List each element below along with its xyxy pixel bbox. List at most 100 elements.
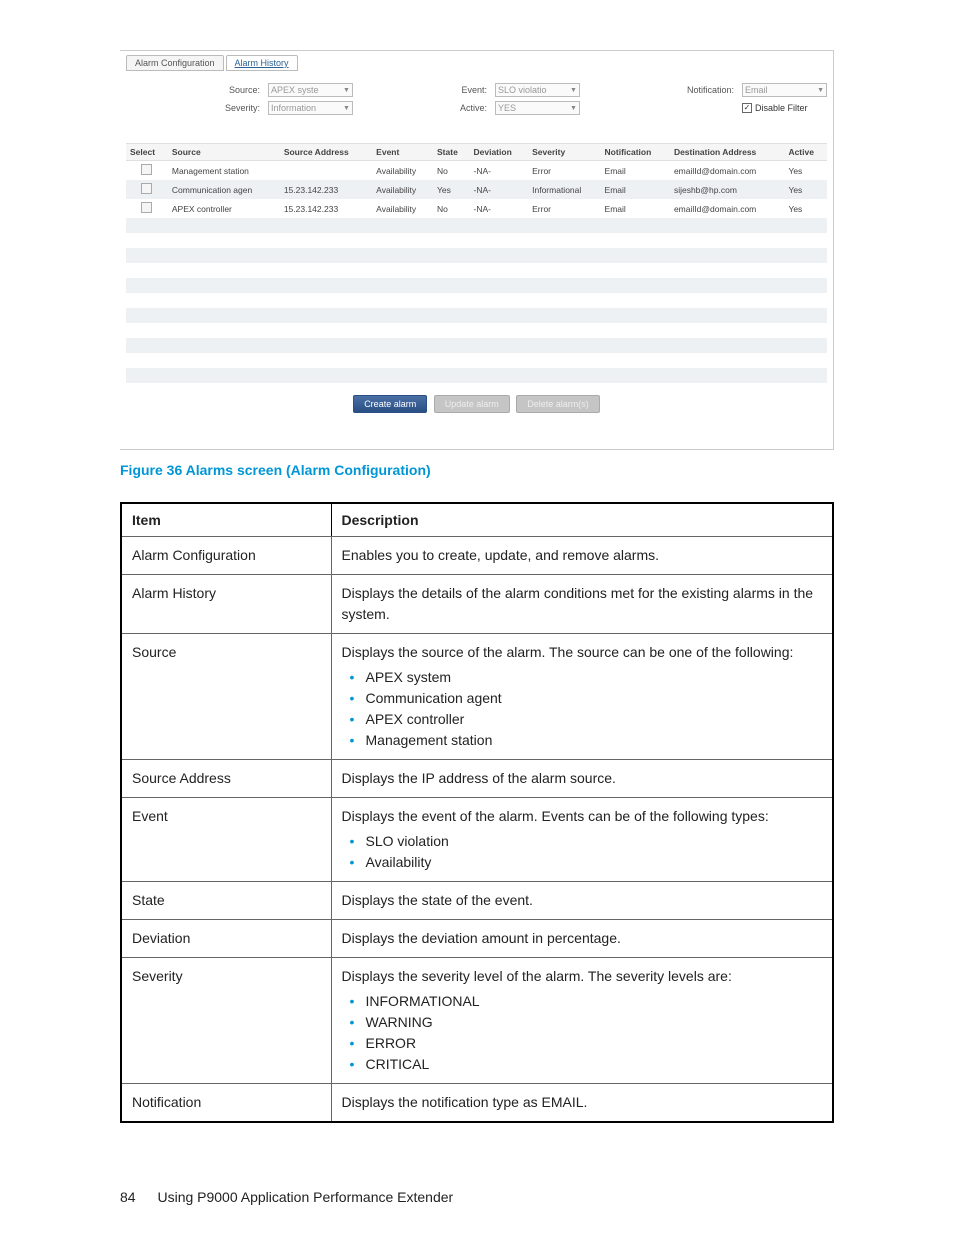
list-item: ERROR xyxy=(366,1033,823,1054)
disable-filter[interactable]: ✓ Disable Filter xyxy=(742,103,827,113)
col-event: Event xyxy=(372,144,433,161)
bullet-list: APEX systemCommunication agentAPEX contr… xyxy=(342,667,823,751)
label-notification: Notification: xyxy=(588,85,734,95)
table-row[interactable] xyxy=(126,248,827,263)
select-notification[interactable]: Email▼ xyxy=(742,83,827,97)
item-cell: Alarm Configuration xyxy=(121,537,331,575)
table-row: DeviationDisplays the deviation amount i… xyxy=(121,920,833,958)
bullet-list: INFORMATIONALWARNINGERRORCRITICAL xyxy=(342,991,823,1075)
page-number: 84 xyxy=(120,1189,136,1205)
list-item: CRITICAL xyxy=(366,1054,823,1075)
list-item: APEX controller xyxy=(366,709,823,730)
item-cell: State xyxy=(121,882,331,920)
description-cell: Displays the IP address of the alarm sou… xyxy=(331,760,833,798)
description-table: Item Description Alarm ConfigurationEnab… xyxy=(120,502,834,1123)
label-active: Active: xyxy=(361,103,487,113)
table-row[interactable] xyxy=(126,233,827,248)
table-row[interactable] xyxy=(126,293,827,308)
col-active: Active xyxy=(784,144,827,161)
col-select: Select xyxy=(126,144,168,161)
create-alarm-button[interactable]: Create alarm xyxy=(353,395,427,413)
table-row: NotificationDisplays the notification ty… xyxy=(121,1084,833,1123)
figure-caption: Figure 36 Alarms screen (Alarm Configura… xyxy=(120,462,834,478)
select-source[interactable]: APEX syste▼ xyxy=(268,83,353,97)
table-row[interactable] xyxy=(126,338,827,353)
tab-alarm-history[interactable]: Alarm History xyxy=(226,55,298,71)
disable-filter-label: Disable Filter xyxy=(755,103,808,113)
description-cell: Displays the source of the alarm. The so… xyxy=(331,634,833,760)
table-row[interactable]: APEX controller15.23.142.233Availability… xyxy=(126,199,827,218)
table-row[interactable]: Management stationAvailabilityNo-NA-Erro… xyxy=(126,161,827,181)
table-row[interactable] xyxy=(126,323,827,338)
row-select-checkbox[interactable] xyxy=(141,164,152,175)
table-row[interactable] xyxy=(126,368,827,383)
item-cell: Deviation xyxy=(121,920,331,958)
button-row: Create alarm Update alarm Delete alarm(s… xyxy=(126,383,827,433)
table-row: EventDisplays the event of the alarm. Ev… xyxy=(121,798,833,882)
chevron-down-icon: ▼ xyxy=(570,87,577,94)
list-item: Management station xyxy=(366,730,823,751)
alarms-grid: Select Source Source Address Event State… xyxy=(126,143,827,383)
table-row: SourceDisplays the source of the alarm. … xyxy=(121,634,833,760)
grid-header-row: Select Source Source Address Event State… xyxy=(126,144,827,161)
col-destination: Destination Address xyxy=(670,144,785,161)
select-severity[interactable]: Information▼ xyxy=(268,101,353,115)
chevron-down-icon: ▼ xyxy=(343,105,350,112)
chevron-down-icon: ▼ xyxy=(570,105,577,112)
list-item: WARNING xyxy=(366,1012,823,1033)
select-event[interactable]: SLO violatio▼ xyxy=(495,83,580,97)
header-description: Description xyxy=(331,503,833,537)
item-cell: Event xyxy=(121,798,331,882)
table-row: Source AddressDisplays the IP address of… xyxy=(121,760,833,798)
description-cell: Displays the deviation amount in percent… xyxy=(331,920,833,958)
description-cell: Displays the severity level of the alarm… xyxy=(331,958,833,1084)
table-row[interactable] xyxy=(126,263,827,278)
table-row[interactable] xyxy=(126,218,827,233)
col-state: State xyxy=(433,144,469,161)
update-alarm-button[interactable]: Update alarm xyxy=(434,395,510,413)
chevron-down-icon: ▼ xyxy=(343,87,350,94)
filter-bar: Source: APEX syste▼ Event: SLO violatio▼… xyxy=(126,83,827,115)
description-cell: Displays the state of the event. xyxy=(331,882,833,920)
col-notification: Notification xyxy=(601,144,670,161)
table-row[interactable] xyxy=(126,353,827,368)
row-select-checkbox[interactable] xyxy=(141,183,152,194)
description-cell: Displays the notification type as EMAIL. xyxy=(331,1084,833,1123)
tabs-row: Alarm Configuration Alarm History xyxy=(126,55,827,71)
description-cell: Enables you to create, update, and remov… xyxy=(331,537,833,575)
description-cell: Displays the event of the alarm. Events … xyxy=(331,798,833,882)
bullet-list: SLO violationAvailability xyxy=(342,831,823,873)
col-source: Source xyxy=(168,144,280,161)
label-source: Source: xyxy=(126,85,260,95)
header-item: Item xyxy=(121,503,331,537)
list-item: SLO violation xyxy=(366,831,823,852)
list-item: Availability xyxy=(366,852,823,873)
col-deviation: Deviation xyxy=(470,144,529,161)
item-cell: Alarm History xyxy=(121,575,331,634)
checkbox-icon[interactable]: ✓ xyxy=(742,103,752,113)
item-cell: Notification xyxy=(121,1084,331,1123)
col-source-address: Source Address xyxy=(280,144,372,161)
page-footer: 84 Using P9000 Application Performance E… xyxy=(120,1189,834,1205)
delete-alarm-button[interactable]: Delete alarm(s) xyxy=(516,395,600,413)
row-select-checkbox[interactable] xyxy=(141,202,152,213)
table-row: Alarm ConfigurationEnables you to create… xyxy=(121,537,833,575)
label-severity: Severity: xyxy=(126,103,260,113)
item-cell: Source Address xyxy=(121,760,331,798)
item-cell: Source xyxy=(121,634,331,760)
table-row[interactable]: Communication agen15.23.142.233Availabil… xyxy=(126,180,827,199)
description-cell: Displays the details of the alarm condit… xyxy=(331,575,833,634)
chevron-down-icon: ▼ xyxy=(817,87,824,94)
table-row: StateDisplays the state of the event. xyxy=(121,882,833,920)
table-row[interactable] xyxy=(126,308,827,323)
list-item: Communication agent xyxy=(366,688,823,709)
item-cell: Severity xyxy=(121,958,331,1084)
footer-title: Using P9000 Application Performance Exte… xyxy=(157,1189,453,1205)
table-row[interactable] xyxy=(126,278,827,293)
list-item: INFORMATIONAL xyxy=(366,991,823,1012)
col-severity: Severity xyxy=(528,144,600,161)
alarm-config-screenshot: Alarm Configuration Alarm History Source… xyxy=(120,50,834,450)
table-row: Alarm HistoryDisplays the details of the… xyxy=(121,575,833,634)
tab-alarm-configuration[interactable]: Alarm Configuration xyxy=(126,55,224,71)
select-active[interactable]: YES▼ xyxy=(495,101,580,115)
